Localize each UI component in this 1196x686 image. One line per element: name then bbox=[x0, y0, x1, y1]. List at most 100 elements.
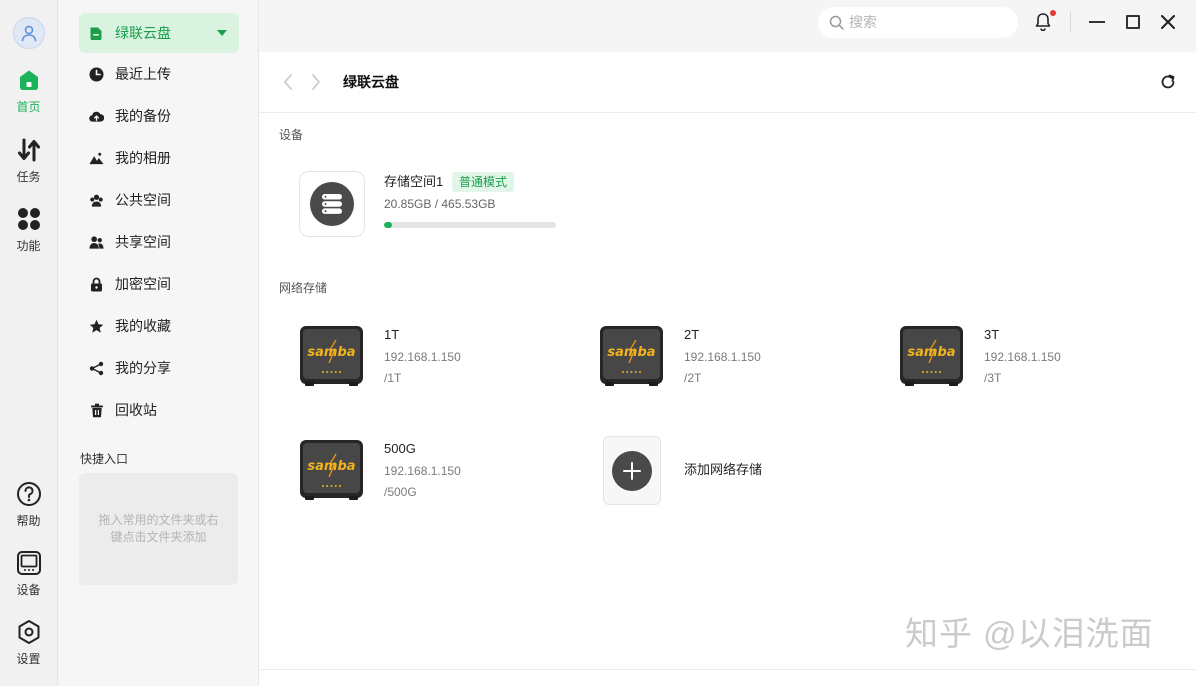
samba-logo-icon: samba bbox=[299, 439, 364, 501]
rail-item-label: 设备 bbox=[16, 583, 41, 597]
help-icon bbox=[16, 481, 42, 507]
devices-section-title: 设备 bbox=[279, 128, 304, 142]
sidebar-item-label: 我的相册 bbox=[115, 150, 171, 166]
rail-item-device[interactable]: 设备 bbox=[0, 550, 57, 598]
sidebar-item-label: 加密空间 bbox=[115, 276, 171, 292]
sidebar-item-label: 公共空间 bbox=[115, 192, 171, 208]
notification-dot bbox=[1050, 10, 1056, 16]
minimize-icon[interactable] bbox=[1089, 21, 1105, 23]
star-icon bbox=[89, 319, 104, 334]
cloud-upload-icon bbox=[89, 109, 104, 124]
sidebar-item-encrypted-space[interactable]: 加密空间 bbox=[79, 263, 239, 305]
rail-item-label: 功能 bbox=[16, 239, 41, 253]
samba-logo-icon: samba bbox=[899, 325, 964, 387]
sidebar-item-label: 我的分享 bbox=[115, 360, 171, 376]
network-storage-host: 192.168.1.150 bbox=[384, 464, 461, 478]
chevron-left-icon[interactable] bbox=[283, 74, 293, 90]
people-icon bbox=[89, 235, 104, 250]
user-icon bbox=[21, 25, 37, 42]
network-storage-name: 500G bbox=[384, 441, 416, 456]
add-network-storage-button[interactable] bbox=[603, 436, 661, 505]
sidebar-item-label: 回收站 bbox=[115, 402, 157, 418]
search-icon bbox=[829, 15, 844, 30]
search-input[interactable]: 搜索 bbox=[818, 7, 1018, 38]
rail-item-label: 帮助 bbox=[16, 514, 41, 528]
dropzone-hint: 拖入常用的文件夹或右 bbox=[98, 513, 219, 527]
close-icon[interactable] bbox=[1161, 15, 1175, 29]
rail-item-help[interactable]: 帮助 bbox=[0, 481, 57, 529]
sidebar-item-my-backups[interactable]: 我的备份 bbox=[79, 95, 239, 137]
lock-icon bbox=[89, 277, 104, 292]
samba-logo-icon: samba bbox=[299, 325, 364, 387]
header-divider bbox=[259, 112, 1196, 113]
dropzone-hint: 键点击文件夹添加 bbox=[110, 530, 207, 544]
sidebar-item-my-album[interactable]: 我的相册 bbox=[79, 137, 239, 179]
device-icon bbox=[16, 550, 42, 576]
rail-item-home[interactable]: 首页 bbox=[0, 67, 57, 115]
network-storage-item[interactable]: samba 2T 192.168.1.150 /2T bbox=[599, 325, 859, 387]
svg-text:samba: samba bbox=[307, 345, 355, 360]
network-storage-path: /2T bbox=[684, 371, 702, 385]
storage-device-name: 存储空间1 bbox=[384, 174, 444, 189]
svg-text:samba: samba bbox=[307, 459, 355, 474]
app-window: 首页 任务 功能 帮助 设备 设置 绿联云盘 最近上传 我的备份 我的相册 公共… bbox=[0, 0, 1196, 686]
rail-item-apps[interactable]: 功能 bbox=[0, 206, 57, 254]
sidebar-item-recent-uploads[interactable]: 最近上传 bbox=[79, 53, 239, 95]
network-section-title: 网络存储 bbox=[279, 281, 328, 295]
rail-item-tasks[interactable]: 任务 bbox=[0, 137, 57, 185]
sidebar-item-my-shares[interactable]: 我的分享 bbox=[79, 347, 239, 389]
samba-logo-icon: samba bbox=[599, 325, 664, 387]
chevron-right-icon[interactable] bbox=[311, 74, 321, 90]
drive-selector-label: 绿联云盘 bbox=[115, 25, 171, 41]
clock-icon bbox=[89, 67, 104, 82]
drive-selector[interactable]: 绿联云盘 bbox=[79, 13, 239, 53]
storage-device-card[interactable]: 存储空间1 普通模式 20.85GB / 465.53GB bbox=[299, 171, 569, 237]
title-bar bbox=[259, 0, 1196, 52]
apps-icon bbox=[16, 206, 42, 232]
storage-usage-fill bbox=[384, 222, 392, 228]
group-icon bbox=[89, 193, 104, 208]
quick-access-title: 快捷入口 bbox=[80, 452, 129, 466]
refresh-icon[interactable] bbox=[1160, 74, 1176, 90]
rail-item-settings[interactable]: 设置 bbox=[0, 619, 57, 667]
add-network-storage-label[interactable]: 添加网络存储 bbox=[684, 462, 762, 478]
share-icon bbox=[89, 361, 104, 376]
network-storage-item[interactable]: samba 3T 192.168.1.150 /3T bbox=[899, 325, 1159, 387]
storage-usage-bar bbox=[384, 222, 556, 228]
transfer-icon bbox=[16, 137, 42, 163]
network-storage-host: 192.168.1.150 bbox=[384, 350, 461, 364]
storage-server-icon bbox=[299, 171, 365, 237]
mode-badge: 普通模式 bbox=[452, 172, 515, 192]
network-storage-name: 2T bbox=[684, 327, 700, 342]
network-storage-item[interactable]: samba 500G 192.168.1.150 /500G bbox=[299, 439, 559, 501]
svg-text:samba: samba bbox=[607, 345, 655, 360]
mountain-icon bbox=[89, 151, 104, 166]
network-storage-path: /1T bbox=[384, 371, 402, 385]
rail-item-label: 首页 bbox=[16, 100, 41, 114]
network-storage-host: 192.168.1.150 bbox=[684, 350, 761, 364]
sidebar-item-label: 最近上传 bbox=[115, 66, 171, 82]
sidebar-item-public-space[interactable]: 公共空间 bbox=[79, 179, 239, 221]
network-storage-path: /3T bbox=[984, 371, 1002, 385]
network-storage-item[interactable]: samba 1T 192.168.1.150 /1T bbox=[299, 325, 559, 387]
rail-item-label: 任务 bbox=[16, 170, 41, 184]
sidebar-item-label: 我的备份 bbox=[115, 108, 171, 124]
cloud-drive-icon bbox=[89, 26, 103, 41]
bell-icon[interactable] bbox=[1034, 12, 1052, 31]
network-storage-name: 1T bbox=[384, 327, 400, 342]
maximize-icon[interactable] bbox=[1126, 15, 1140, 29]
quick-access-dropzone[interactable]: 拖入常用的文件夹或右 键点击文件夹添加 bbox=[79, 473, 238, 585]
storage-usage-text: 20.85GB / 465.53GB bbox=[384, 197, 496, 211]
search-placeholder: 搜索 bbox=[849, 14, 877, 30]
settings-icon bbox=[16, 619, 42, 645]
sidebar-item-recycle-bin[interactable]: 回收站 bbox=[79, 389, 239, 431]
user-avatar[interactable] bbox=[13, 17, 45, 49]
sidebar: 绿联云盘 最近上传 我的备份 我的相册 公共空间 共享空间 加密空间 我的收藏 … bbox=[58, 0, 259, 686]
network-storage-host: 192.168.1.150 bbox=[984, 350, 1061, 364]
sidebar-item-label: 共享空间 bbox=[115, 234, 171, 250]
toolbar-divider bbox=[1070, 12, 1071, 32]
watermark: 知乎 @以泪洗面 bbox=[905, 615, 1154, 652]
sidebar-item-favorites[interactable]: 我的收藏 bbox=[79, 305, 239, 347]
sidebar-item-shared-space[interactable]: 共享空间 bbox=[79, 221, 239, 263]
rail-item-label: 设置 bbox=[16, 652, 41, 666]
